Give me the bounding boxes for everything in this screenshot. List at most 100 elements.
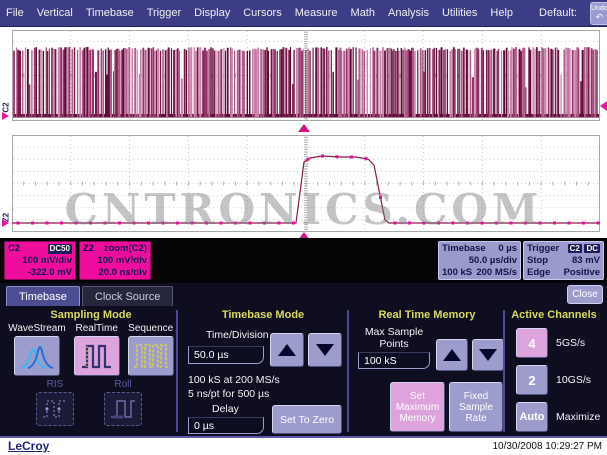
max-sample-points-label: Max Sample Points xyxy=(358,326,430,350)
z2-name: Z2 xyxy=(83,243,94,255)
sampling-mode-section: Sampling Mode WaveStream RealTime xyxy=(6,306,176,436)
sequence-button[interactable] xyxy=(128,336,174,376)
real-time-memory-section: Real Time Memory Max Sample Points 100 k… xyxy=(350,306,504,436)
ris-label: RIS xyxy=(47,379,64,390)
trigger-title: Trigger xyxy=(527,243,559,255)
timebase-descriptor[interactable]: Timebase 0 µs 50.0 µs/div 100 kS 200 MS/… xyxy=(438,241,521,280)
trigger-position-marker-top[interactable] xyxy=(298,124,310,132)
trigger-level: 83 mV xyxy=(572,255,600,267)
timebase-dialog: Timebase Clock Source Close Sampling Mod… xyxy=(0,283,607,438)
delay-input[interactable]: 0 µs xyxy=(188,417,264,434)
menu-item-timebase[interactable]: Timebase xyxy=(86,7,134,19)
sampling-mode-title: Sampling Mode xyxy=(6,309,176,321)
max-sample-points-input[interactable]: 100 kS xyxy=(358,352,430,369)
default-label: Default: xyxy=(539,7,577,19)
datetime-display: 10/30/2008 10:29:27 PM xyxy=(492,441,602,452)
timebase-rate: 200 MS/s xyxy=(476,267,517,279)
menu-item-vertical[interactable]: Vertical xyxy=(37,7,73,19)
active-channels-section: Active Channels 4 5GS/s 2 10GS/s Auto Ma… xyxy=(506,306,602,436)
timebase-samples: 100 kS xyxy=(442,267,472,279)
trigger-mode: Stop xyxy=(527,255,548,267)
timebase-mode-title: Timebase Mode xyxy=(180,309,346,321)
section-divider xyxy=(176,310,178,432)
z2-timebase: 20.0 ns/div xyxy=(83,267,147,279)
fixed-sample-rate-button[interactable]: Fixed Sample Rate xyxy=(449,382,503,432)
arrow-down-icon xyxy=(316,344,334,356)
menu-item-math[interactable]: Math xyxy=(351,7,375,19)
timebase-mode-section: Timebase Mode Time/Division 50.0 µs 100 … xyxy=(180,306,346,436)
roll-label: Roll xyxy=(114,379,131,390)
time-division-decrease-button[interactable] xyxy=(308,333,342,367)
time-division-input[interactable]: 50.0 µs xyxy=(188,346,264,364)
delay-label: Delay xyxy=(212,403,239,415)
c2-coupling-badge: DC50 xyxy=(48,244,72,254)
arrow-up-icon xyxy=(443,349,461,361)
channels-2-rate-label: 10GS/s xyxy=(556,374,591,386)
active-channels-title: Active Channels xyxy=(506,309,602,321)
menu-item-analysis[interactable]: Analysis xyxy=(388,7,429,19)
menu-item-trigger[interactable]: Trigger xyxy=(147,7,181,19)
tab-timebase[interactable]: Timebase xyxy=(6,286,80,306)
channels-2-button[interactable]: 2 xyxy=(516,365,548,395)
c2-name: C2 xyxy=(8,243,20,255)
z2-descriptor[interactable]: Z2 zoom(C2) 100 mV/div 20.0 ns/div xyxy=(79,241,151,280)
trigger-level-marker[interactable] xyxy=(600,101,607,111)
time-division-increase-button[interactable] xyxy=(270,333,304,367)
z2-zero-marker[interactable] xyxy=(2,219,9,227)
menu-item-cursors[interactable]: Cursors xyxy=(243,7,282,19)
real-time-memory-title: Real Time Memory xyxy=(350,309,504,321)
section-divider xyxy=(347,310,349,432)
undo-icon: ↶ xyxy=(591,13,607,21)
dialog-tab-row: Timebase Clock Source Close xyxy=(0,283,607,306)
menu-item-help[interactable]: Help xyxy=(490,7,513,19)
set-to-zero-button[interactable]: Set To Zero xyxy=(272,405,342,434)
wavestream-button[interactable] xyxy=(14,336,60,376)
trigger-slope: Positive xyxy=(564,267,600,279)
status-bar: LeCroy 10/30/2008 10:29:27 PM xyxy=(0,438,607,455)
timebase-delay: 0 µs xyxy=(498,243,517,255)
realtime-icon xyxy=(80,341,114,371)
menu-item-measure[interactable]: Measure xyxy=(295,7,338,19)
c2-waveform-burst xyxy=(12,30,600,121)
menu-item-utilities[interactable]: Utilities xyxy=(442,7,477,19)
sampling-info-line1: 100 kS at 200 MS/s xyxy=(188,374,280,386)
grid-z2 xyxy=(12,135,600,232)
set-maximum-memory-button[interactable]: Set Maximum Memory xyxy=(390,382,445,432)
menu-bar: File Vertical Timebase Trigger Display C… xyxy=(0,0,607,27)
trigger-type: Edge xyxy=(527,267,550,279)
timebase-title: Timebase xyxy=(442,243,486,255)
ris-button[interactable] xyxy=(36,392,74,426)
dialog-body: Sampling Mode WaveStream RealTime xyxy=(0,306,607,436)
channels-4-rate-label: 5GS/s xyxy=(556,337,585,349)
c2-zero-marker[interactable] xyxy=(2,112,9,120)
ris-icon xyxy=(41,397,69,421)
realtime-button[interactable] xyxy=(74,336,120,376)
trigger-source-badge: C2 xyxy=(568,244,582,253)
close-button[interactable]: Close xyxy=(567,285,603,304)
max-sample-increase-button[interactable] xyxy=(436,339,468,371)
descriptor-row: C2 DC50 100 mV/div -322.0 mV Z2 zoom(C2)… xyxy=(0,238,607,283)
c2-offset: -322.0 mV xyxy=(8,267,72,279)
time-division-label: Time/Division xyxy=(206,329,269,341)
roll-button[interactable] xyxy=(104,392,142,426)
menu-item-display[interactable]: Display xyxy=(194,7,230,19)
max-sample-decrease-button[interactable] xyxy=(472,339,504,371)
wavestream-icon xyxy=(18,341,56,371)
undo-button[interactable]: Undo ↶ xyxy=(590,2,607,25)
trigger-descriptor[interactable]: Trigger C2 DC Stop 83 mV Edge Positive xyxy=(523,241,604,280)
c2-descriptor[interactable]: C2 DC50 100 mV/div -322.0 mV xyxy=(4,241,76,280)
channels-auto-button[interactable]: Auto xyxy=(516,402,548,432)
realtime-label: RealTime xyxy=(75,323,117,334)
menu-item-file[interactable]: File xyxy=(6,7,24,19)
roll-icon xyxy=(109,397,137,421)
timebase-scale: 50.0 µs/div xyxy=(442,255,517,267)
tab-clock-source[interactable]: Clock Source xyxy=(82,286,173,306)
z2-zoom-trace xyxy=(12,135,600,232)
sequence-icon xyxy=(132,341,170,371)
z2-source: zoom(C2) xyxy=(104,243,147,255)
channels-4-button[interactable]: 4 xyxy=(516,328,548,358)
channels-auto-label: Maximize xyxy=(556,411,600,423)
z2-scale: 100 mV/div xyxy=(83,255,147,267)
waveform-display-area: C2 Z2 CNTRONICS.COM xyxy=(0,27,607,238)
trigger-coupling-badge: DC xyxy=(584,244,600,253)
